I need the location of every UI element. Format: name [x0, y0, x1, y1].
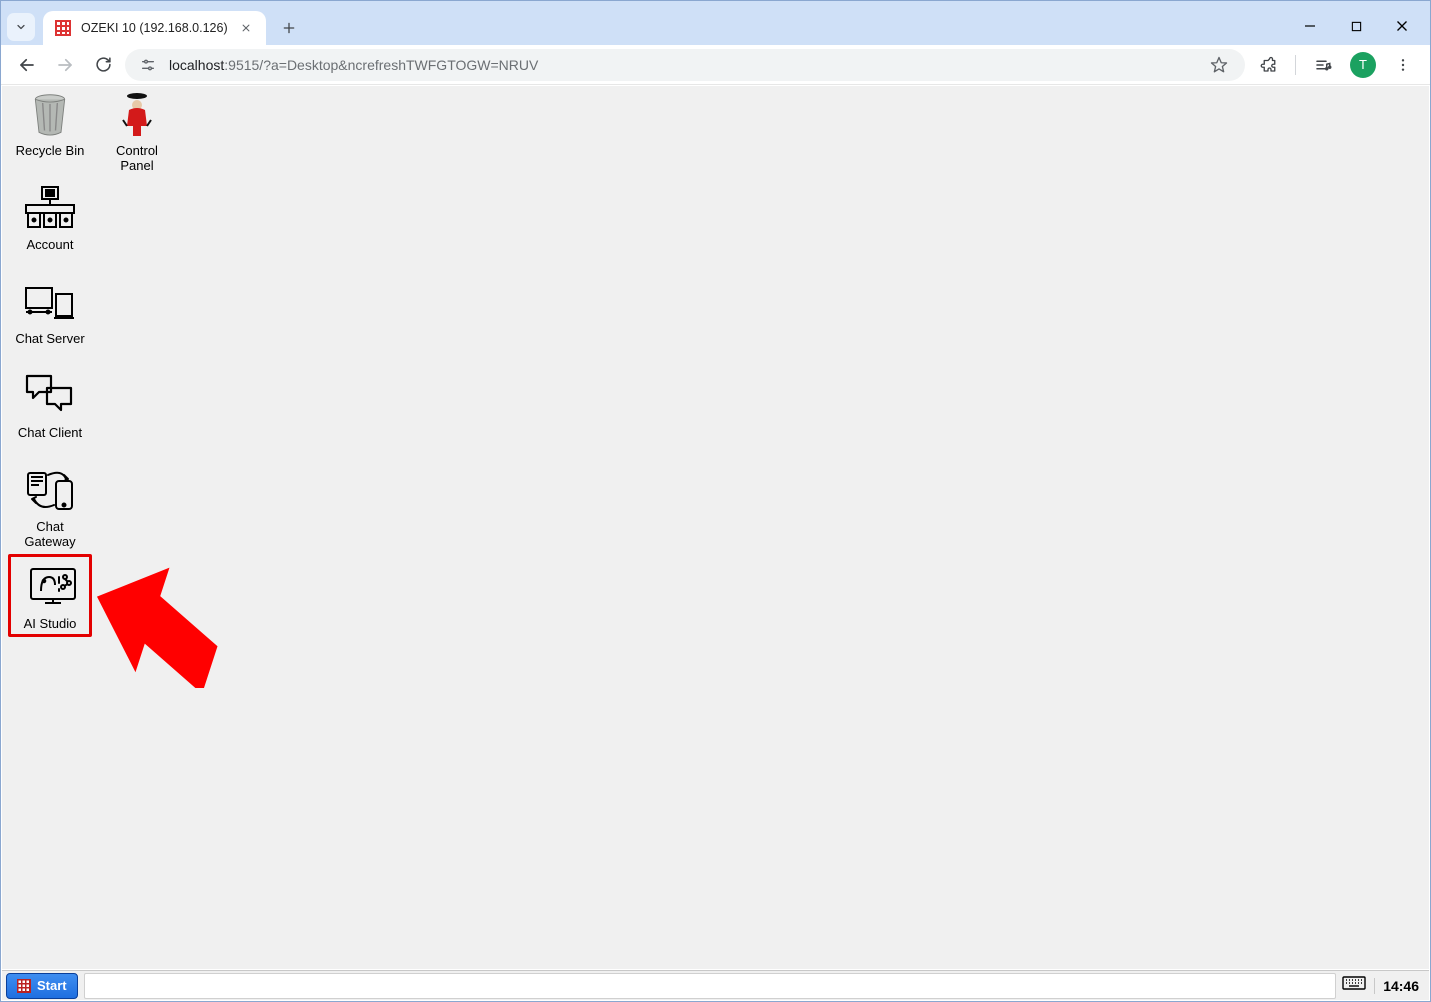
chat-client-icon: [25, 374, 75, 418]
avatar: T: [1350, 52, 1376, 78]
url-text: localhost:9515/?a=Desktop&ncrefreshTWFGT…: [169, 57, 538, 73]
tab-search-button[interactable]: [7, 13, 35, 41]
ozeki-logo-icon: [17, 979, 31, 993]
plus-icon: [282, 21, 296, 35]
control-panel-icon: [119, 90, 155, 138]
reload-button[interactable]: [87, 49, 119, 81]
media-control-button[interactable]: [1306, 48, 1340, 82]
desktop-icon-ai-studio[interactable]: AI Studio: [8, 554, 92, 637]
desktop-icon-account[interactable]: Account: [10, 180, 90, 253]
new-tab-button[interactable]: [274, 13, 304, 43]
close-window-button[interactable]: [1380, 11, 1424, 41]
toolbar-divider: [1295, 55, 1296, 75]
reload-icon: [95, 56, 112, 73]
address-bar[interactable]: localhost:9515/?a=Desktop&ncrefreshTWFGT…: [125, 49, 1245, 81]
desktop-icon-label: AI Studio: [13, 617, 87, 632]
minimize-button[interactable]: [1288, 11, 1332, 41]
star-icon: [1210, 56, 1228, 74]
desktop-icon-label: Recycle Bin: [10, 144, 90, 159]
chevron-down-icon: [15, 21, 27, 33]
back-button[interactable]: [11, 49, 43, 81]
tab-close-button[interactable]: [238, 20, 254, 36]
desktop-icon-label: Chat Server: [10, 332, 90, 347]
ozeki-favicon-icon: [55, 20, 71, 36]
window-controls: [1288, 11, 1424, 41]
ozeki-taskbar: Start 14:46: [2, 970, 1429, 1000]
recycle-bin-icon: [28, 90, 72, 138]
ai-studio-icon: [27, 565, 79, 609]
minimize-icon: [1304, 20, 1316, 32]
browser-toolbar: localhost:9515/?a=Desktop&ncrefreshTWFGT…: [1, 45, 1430, 85]
desktop-icon-label: Chat Client: [10, 426, 90, 441]
desktop-icon-label: Chat Gateway: [10, 520, 90, 549]
close-icon: [1396, 20, 1408, 32]
maximize-icon: [1351, 21, 1362, 32]
desktop-icon-chat-server[interactable]: Chat Server: [10, 274, 90, 347]
desktop-icon-label: Account: [10, 238, 90, 253]
account-icon: [24, 185, 76, 231]
site-info-button[interactable]: [137, 54, 159, 76]
ozeki-desktop[interactable]: Recycle Bin Control Panel: [2, 86, 1429, 969]
keyboard-icon: [1342, 974, 1366, 992]
desktop-icon-label: Control Panel: [97, 144, 177, 173]
keyboard-tray-button[interactable]: [1342, 974, 1366, 997]
kebab-icon: [1395, 57, 1411, 73]
chrome-menu-button[interactable]: [1386, 48, 1420, 82]
start-button[interactable]: Start: [6, 973, 78, 999]
taskbar-clock[interactable]: 14:46: [1374, 978, 1419, 994]
profile-button[interactable]: T: [1346, 48, 1380, 82]
chat-gateway-icon: [24, 467, 76, 513]
tune-icon: [140, 57, 156, 73]
media-icon: [1314, 56, 1332, 74]
arrow-left-icon: [18, 56, 36, 74]
desktop-icon-control-panel[interactable]: Control Panel: [97, 86, 177, 173]
close-icon: [241, 23, 251, 33]
forward-button[interactable]: [49, 49, 81, 81]
extensions-button[interactable]: [1251, 48, 1285, 82]
system-tray: 14:46: [1336, 974, 1425, 997]
desktop-icon-chat-gateway[interactable]: Chat Gateway: [10, 462, 90, 549]
start-label: Start: [37, 978, 67, 993]
browser-tabstrip: OZEKI 10 (192.168.0.126): [1, 1, 1430, 45]
desktop-icon-recycle-bin[interactable]: Recycle Bin: [10, 86, 90, 159]
bookmark-button[interactable]: [1205, 51, 1233, 79]
browser-tab[interactable]: OZEKI 10 (192.168.0.126): [43, 11, 266, 45]
desktop-icon-chat-client[interactable]: Chat Client: [10, 368, 90, 441]
maximize-button[interactable]: [1334, 11, 1378, 41]
taskbar-task-area[interactable]: [84, 973, 1337, 999]
tab-title: OZEKI 10 (192.168.0.126): [81, 21, 228, 35]
chat-server-icon: [24, 282, 76, 322]
callout-arrow-icon: [92, 558, 232, 688]
arrow-right-icon: [56, 56, 74, 74]
puzzle-icon: [1259, 56, 1277, 74]
